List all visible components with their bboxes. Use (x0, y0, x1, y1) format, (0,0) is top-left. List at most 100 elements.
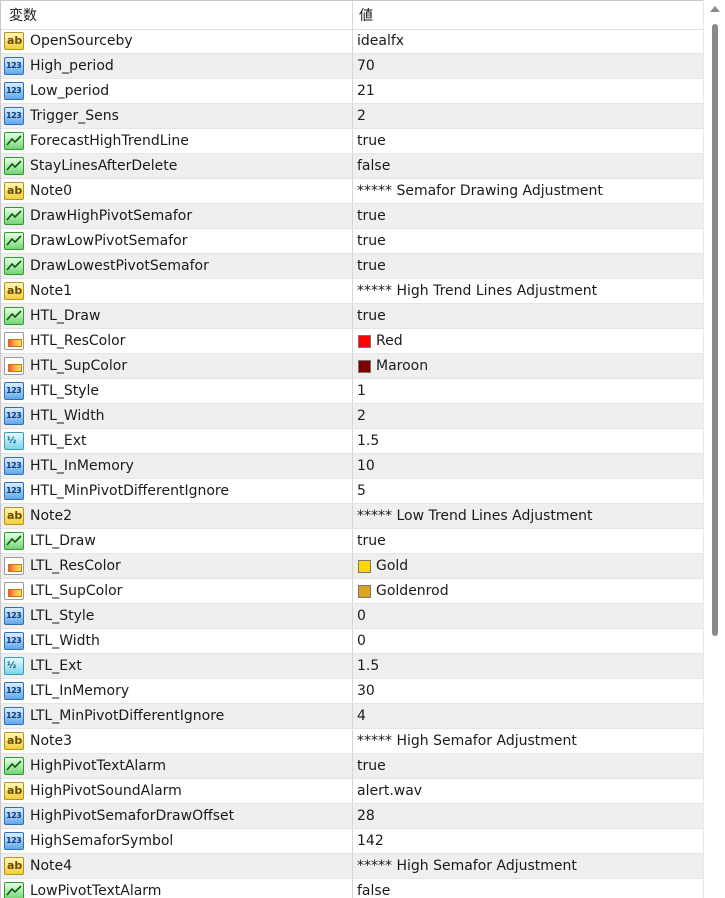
table-row[interactable]: ab Note3 ***** High Semafor Adjustment (1, 729, 703, 754)
string-type-icon: ab (4, 282, 24, 300)
table-row[interactable]: StayLinesAfterDelete false (1, 154, 703, 179)
table-row[interactable]: DrawHighPivotSemafor true (1, 204, 703, 229)
parameter-value[interactable]: 30 (357, 679, 375, 704)
table-row[interactable]: HTL_SupColor Maroon (1, 354, 703, 379)
column-separator (352, 354, 353, 379)
integer-type-icon: 123 (4, 382, 24, 400)
column-divider[interactable] (352, 1, 353, 29)
parameter-value[interactable]: 21 (357, 79, 375, 104)
parameter-value[interactable]: false (357, 879, 390, 898)
table-row[interactable]: LTL_ResColor Gold (1, 554, 703, 579)
table-row[interactable]: 123 High_period 70 (1, 54, 703, 79)
scroll-up-arrow-icon[interactable] (710, 6, 720, 12)
parameter-value[interactable]: Goldenrod (357, 579, 449, 604)
column-separator (352, 854, 353, 879)
vertical-scrollbar[interactable] (703, 0, 725, 898)
table-row[interactable]: ab OpenSourceby idealfx (1, 29, 703, 54)
table-row[interactable]: 123 HighPivotSemaforDrawOffset 28 (1, 804, 703, 829)
parameter-value[interactable]: 10 (357, 454, 375, 479)
table-row[interactable]: 123 HTL_MinPivotDifferentIgnore 5 (1, 479, 703, 504)
parameter-value[interactable]: ***** High Trend Lines Adjustment (357, 279, 597, 304)
table-row[interactable]: ab Note1 ***** High Trend Lines Adjustment (1, 279, 703, 304)
parameter-name: HTL_Style (30, 383, 100, 399)
table-row[interactable]: 123 HTL_Style 1 (1, 379, 703, 404)
parameter-value[interactable]: 28 (357, 804, 375, 829)
parameter-value[interactable]: 2 (357, 404, 366, 429)
parameter-value-text: 5 (357, 483, 366, 499)
parameter-value[interactable]: 0 (357, 604, 366, 629)
column-separator (352, 504, 353, 529)
parameter-value[interactable]: true (357, 254, 386, 279)
table-row[interactable]: 123 LTL_MinPivotDifferentIgnore 4 (1, 704, 703, 729)
parameter-value[interactable]: ***** Low Trend Lines Adjustment (357, 504, 593, 529)
parameter-value[interactable]: alert.wav (357, 779, 422, 804)
parameter-value-text: true (357, 208, 386, 224)
table-row[interactable]: ab Note0 ***** Semafor Drawing Adjustment (1, 179, 703, 204)
parameter-value-text: ***** High Semafor Adjustment (357, 858, 577, 874)
parameter-value-text: 30 (357, 683, 375, 699)
table-row[interactable]: 123 LTL_Width 0 (1, 629, 703, 654)
table-row[interactable]: DrawLowPivotSemafor true (1, 229, 703, 254)
table-row[interactable]: HTL_Draw true (1, 304, 703, 329)
column-separator (352, 529, 353, 554)
column-separator (352, 154, 353, 179)
parameter-value[interactable]: ***** High Semafor Adjustment (357, 854, 577, 879)
table-row[interactable]: ½ LTL_Ext 1.5 (1, 654, 703, 679)
table-row[interactable]: DrawLowestPivotSemafor true (1, 254, 703, 279)
parameter-value[interactable]: Red (357, 329, 403, 354)
table-row[interactable]: HighPivotTextAlarm true (1, 754, 703, 779)
parameter-value-text: 1.5 (357, 658, 380, 674)
parameter-value[interactable]: idealfx (357, 29, 404, 54)
table-row[interactable]: ½ HTL_Ext 1.5 (1, 429, 703, 454)
parameter-value[interactable]: 1.5 (357, 654, 379, 679)
table-row[interactable]: 123 HTL_Width 2 (1, 404, 703, 429)
color-swatch (358, 560, 371, 573)
parameter-value[interactable]: 1.5 (357, 429, 379, 454)
parameter-value[interactable]: 70 (357, 54, 375, 79)
parameter-value-text: Goldenrod (376, 583, 449, 599)
table-row[interactable]: 123 LTL_InMemory 30 (1, 679, 703, 704)
table-row[interactable]: 123 LTL_Style 0 (1, 604, 703, 629)
parameter-value[interactable]: 0 (357, 629, 366, 654)
parameter-value[interactable]: 1 (357, 379, 366, 404)
parameter-value[interactable]: Gold (357, 554, 408, 579)
scroll-thumb[interactable] (712, 24, 718, 636)
parameter-value[interactable]: true (357, 129, 386, 154)
table-row[interactable]: ab Note2 ***** Low Trend Lines Adjustment (1, 504, 703, 529)
parameter-value[interactable]: ***** High Semafor Adjustment (357, 729, 577, 754)
column-separator (352, 729, 353, 754)
column-header-variable[interactable]: 変数 (9, 1, 37, 29)
parameter-value[interactable]: true (357, 754, 386, 779)
table-row[interactable]: LTL_SupColor Goldenrod (1, 579, 703, 604)
parameters-table: 変数 値 ab OpenSourceby idealfx 123 High_period… (0, 0, 703, 898)
table-row[interactable]: HTL_ResColor Red (1, 329, 703, 354)
color-type-icon (4, 582, 24, 600)
table-row[interactable]: 123 Trigger_Sens 2 (1, 104, 703, 129)
table-row[interactable]: ForecastHighTrendLine true (1, 129, 703, 154)
parameter-value[interactable]: true (357, 229, 386, 254)
string-type-icon: ab (4, 507, 24, 525)
table-row[interactable]: LowPivotTextAlarm false (1, 879, 703, 898)
parameter-value-text: true (357, 258, 386, 274)
parameter-value[interactable]: 4 (357, 704, 366, 729)
parameter-value[interactable]: true (357, 529, 386, 554)
parameter-value[interactable]: Maroon (357, 354, 428, 379)
table-row[interactable]: LTL_Draw true (1, 529, 703, 554)
parameter-value[interactable]: 2 (357, 104, 366, 129)
table-row[interactable]: ab Note4 ***** High Semafor Adjustment (1, 854, 703, 879)
parameter-value[interactable]: true (357, 204, 386, 229)
parameter-value[interactable]: 142 (357, 829, 384, 854)
parameter-value[interactable]: true (357, 304, 386, 329)
table-row[interactable]: ab HighPivotSoundAlarm alert.wav (1, 779, 703, 804)
parameter-value[interactable]: false (357, 154, 390, 179)
parameter-value[interactable]: 5 (357, 479, 366, 504)
table-row[interactable]: 123 HighSemaforSymbol 142 (1, 829, 703, 854)
table-row[interactable]: 123 HTL_InMemory 10 (1, 454, 703, 479)
column-header-value[interactable]: 値 (359, 1, 373, 29)
parameter-value-text: 28 (357, 808, 375, 824)
parameter-value-text: Red (376, 333, 403, 349)
parameter-value-text: 10 (357, 458, 375, 474)
parameter-value[interactable]: ***** Semafor Drawing Adjustment (357, 179, 603, 204)
table-row[interactable]: 123 Low_period 21 (1, 79, 703, 104)
parameter-value-text: 70 (357, 58, 375, 74)
